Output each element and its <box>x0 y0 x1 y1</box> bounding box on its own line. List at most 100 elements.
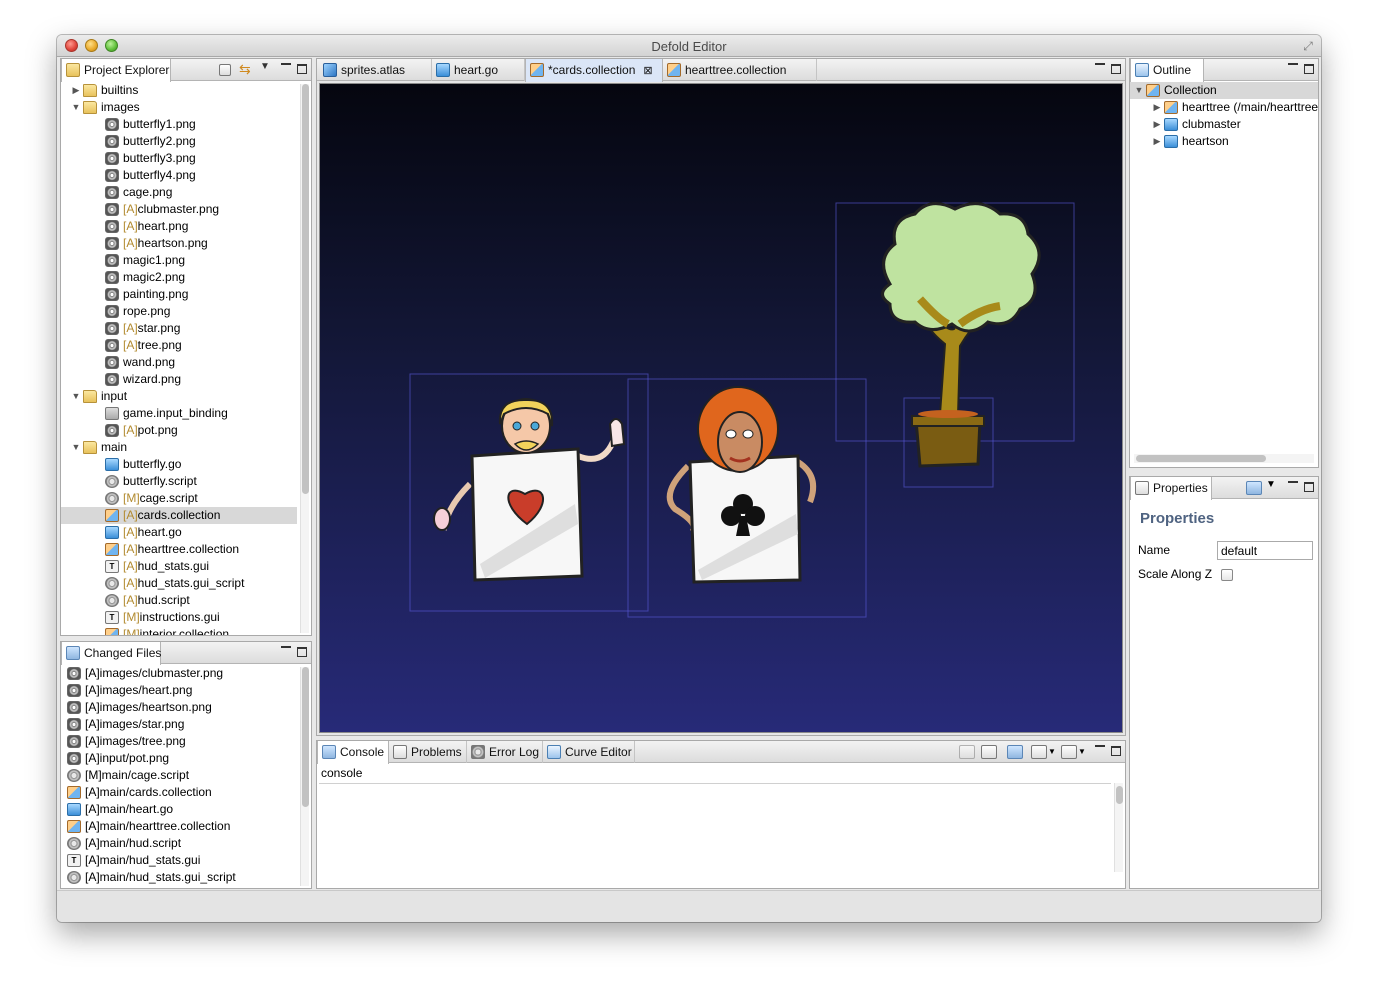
pin-console-icon[interactable] <box>1007 745 1023 759</box>
tree-file[interactable]: rope.png <box>61 303 297 320</box>
list-item[interactable]: [A]images/star.png <box>61 716 297 733</box>
outline-item[interactable]: ▶ hearttree (/main/hearttree.collection) <box>1130 99 1318 116</box>
tree-file[interactable]: butterfly4.png <box>61 167 297 184</box>
view-menu-icon[interactable]: ▼ <box>1266 479 1282 493</box>
minimize-editor-icon[interactable] <box>1095 63 1105 73</box>
console-scroll-thumb[interactable] <box>1116 786 1123 804</box>
display-console-icon[interactable] <box>1031 745 1047 759</box>
collapse-all-icon[interactable] <box>219 64 231 76</box>
expand-arrow-icon[interactable]: ▶ <box>71 82 81 99</box>
maximize-editor-icon[interactable] <box>1111 64 1121 74</box>
outline-hscrollbar[interactable] <box>1134 454 1314 463</box>
project-tree-scrollbar[interactable] <box>300 84 309 633</box>
pin-properties-icon[interactable] <box>1246 481 1262 495</box>
maximize-panel-icon[interactable] <box>1304 64 1314 74</box>
outline-item[interactable]: ▶ heartson <box>1130 133 1318 150</box>
link-with-editor-icon[interactable]: ⇆ <box>239 62 255 76</box>
tree-file[interactable]: T [M]instructions.gui <box>61 609 297 626</box>
editor-tab[interactable]: heart.go <box>432 59 525 81</box>
tree-folder[interactable]: ▼ images <box>61 99 297 116</box>
list-item[interactable]: [A]main/hud.script <box>61 835 297 852</box>
tree-file[interactable]: magic2.png <box>61 269 297 286</box>
tree-file[interactable]: [A]heart.png <box>61 218 297 235</box>
editor-tab[interactable]: sprites.atlas <box>319 59 432 81</box>
tab-project-explorer[interactable]: Project Explorer <box>61 59 171 82</box>
view-menu-icon[interactable]: ▼ <box>260 61 276 75</box>
tree-file[interactable]: magic1.png <box>61 252 297 269</box>
changed-files-scroll-thumb[interactable] <box>302 667 309 807</box>
scroll-lock-icon[interactable] <box>981 745 997 759</box>
tree-file[interactable]: [A]star.png <box>61 320 297 337</box>
maximize-panel-icon[interactable] <box>1111 746 1121 756</box>
tree-file[interactable]: [A]hud.script <box>61 592 297 609</box>
minimize-panel-icon[interactable] <box>281 63 291 73</box>
expand-arrow-icon[interactable]: ▼ <box>71 388 81 405</box>
tree-file[interactable]: butterfly2.png <box>61 133 297 150</box>
list-item[interactable]: [A]images/tree.png <box>61 733 297 750</box>
list-item[interactable]: [A]main/cards.collection <box>61 784 297 801</box>
minimize-panel-icon[interactable] <box>1288 63 1298 73</box>
open-console-dropdown-icon[interactable]: ▼ <box>1078 745 1094 759</box>
changed-files-scrollbar[interactable] <box>300 667 309 886</box>
list-item[interactable]: [A]images/heartson.png <box>61 699 297 716</box>
bottom-tab[interactable]: Console <box>317 741 389 764</box>
outline-item[interactable]: ▶ clubmaster <box>1130 116 1318 133</box>
list-item[interactable]: [A]main/hud_stats.gui_script <box>61 869 297 886</box>
list-item[interactable]: [M]main/cage.script <box>61 767 297 784</box>
heartson-sprite[interactable] <box>433 398 626 582</box>
list-item[interactable]: [A]main/heart.go <box>61 801 297 818</box>
expand-arrow-icon[interactable]: ▼ <box>71 439 81 456</box>
tree-file[interactable]: [A]hearttree.collection <box>61 541 297 558</box>
maximize-panel-icon[interactable] <box>1304 482 1314 492</box>
tree-file[interactable]: game.input_binding <box>61 405 297 422</box>
expand-arrow-icon[interactable]: ▼ <box>1134 82 1144 99</box>
clear-console-icon[interactable] <box>959 745 975 759</box>
tree-folder[interactable]: ▶ builtins <box>61 82 297 99</box>
minimize-panel-icon[interactable] <box>281 646 291 656</box>
outline-root[interactable]: ▼ Collection <box>1130 82 1318 99</box>
tree-folder[interactable]: ▼ main <box>61 439 297 456</box>
tree-file[interactable]: T [A]hud_stats.gui <box>61 558 297 575</box>
bottom-tab[interactable]: Problems <box>389 741 467 763</box>
tree-file[interactable]: [A]tree.png <box>61 337 297 354</box>
tree-file[interactable]: [A]cards.collection <box>61 507 297 524</box>
tree-file[interactable]: [M]cage.script <box>61 490 297 507</box>
close-tab-icon[interactable]: ⊠ <box>643 65 652 77</box>
expand-arrow-icon[interactable]: ▶ <box>1152 99 1162 116</box>
expand-arrow-icon[interactable]: ▼ <box>71 99 81 116</box>
tab-outline[interactable]: Outline <box>1130 59 1204 82</box>
minimize-panel-icon[interactable] <box>1095 745 1105 755</box>
tree-sprite[interactable] <box>881 202 1041 418</box>
tree-file[interactable]: [A]hud_stats.gui_script <box>61 575 297 592</box>
open-console-icon[interactable] <box>1061 745 1077 759</box>
list-item[interactable]: [A]images/heart.png <box>61 682 297 699</box>
tree-file[interactable]: butterfly3.png <box>61 150 297 167</box>
pot-sprite[interactable] <box>911 410 985 468</box>
tree-file[interactable]: [A]clubmaster.png <box>61 201 297 218</box>
bottom-tab[interactable]: Error Log <box>467 741 543 763</box>
scale-along-z-checkbox[interactable] <box>1221 569 1233 581</box>
console-scrollbar[interactable] <box>1114 783 1123 872</box>
editor-tab[interactable]: hearttree.collection <box>663 59 817 81</box>
scene-viewport[interactable] <box>319 83 1123 733</box>
clubmaster-sprite[interactable] <box>666 386 816 584</box>
maximize-panel-icon[interactable] <box>297 64 307 74</box>
list-item[interactable]: [A]input/pot.png <box>61 750 297 767</box>
list-item[interactable]: [A]main/hearttree.collection <box>61 818 297 835</box>
maximize-panel-icon[interactable] <box>297 647 307 657</box>
tab-changed-files[interactable]: Changed Files <box>61 642 161 665</box>
tree-file[interactable]: cage.png <box>61 184 297 201</box>
list-item[interactable]: T [A]main/hud_stats.gui <box>61 852 297 869</box>
tab-properties[interactable]: Properties <box>1130 477 1212 500</box>
tree-file[interactable]: butterfly1.png <box>61 116 297 133</box>
tree-file[interactable]: wizard.png <box>61 371 297 388</box>
project-tree-scroll-thumb[interactable] <box>302 84 309 494</box>
tree-file[interactable]: [M]interior.collection <box>61 626 297 635</box>
tree-file[interactable]: [A]pot.png <box>61 422 297 439</box>
expand-arrow-icon[interactable]: ▶ <box>1152 133 1162 150</box>
tree-file[interactable]: butterfly.script <box>61 473 297 490</box>
tree-file[interactable]: butterfly.go <box>61 456 297 473</box>
fullscreen-icon[interactable]: ⤢ <box>1301 39 1315 53</box>
outline-hscroll-thumb[interactable] <box>1136 455 1266 462</box>
name-field[interactable] <box>1217 541 1313 560</box>
